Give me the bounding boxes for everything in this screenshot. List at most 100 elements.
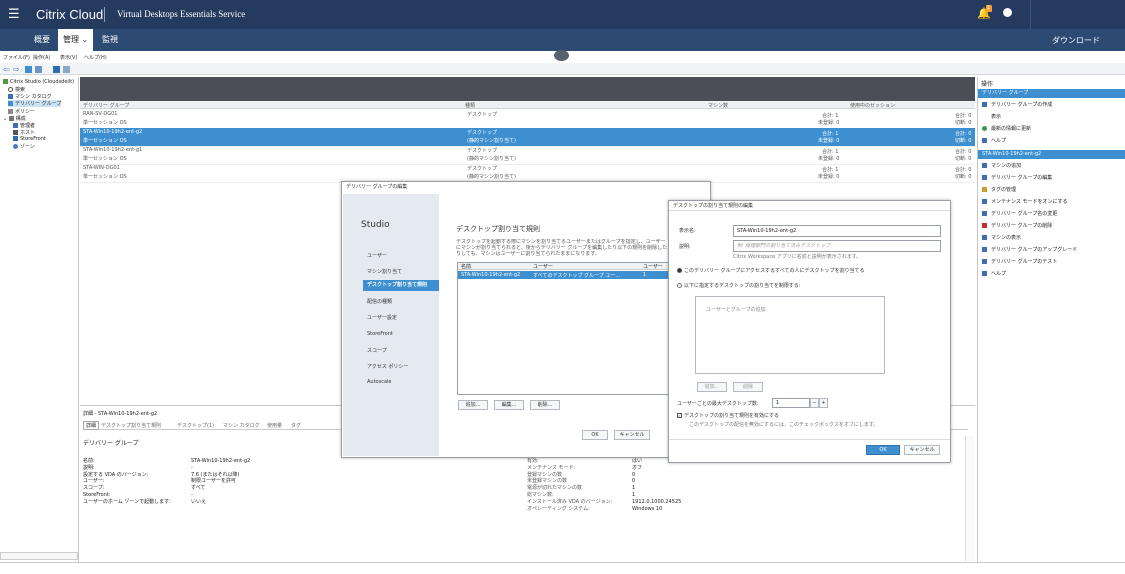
rename-icon: [982, 211, 987, 216]
tab-manage[interactable]: 管理 ⌄: [58, 29, 94, 51]
table-row[interactable]: RAN-SV-DG01 単一セッション OS デスクトップ 合計: 1 未登録: 0…: [80, 110, 975, 129]
col-machines[interactable]: マシン数: [708, 102, 728, 109]
user-avatar-icon[interactable]: [1003, 8, 1012, 17]
action-upgrade-group[interactable]: デリバリー グループのアップグレード: [982, 246, 1077, 253]
tree-item-admins[interactable]: 管理者: [13, 122, 35, 129]
wizard-ok-button[interactable]: OK: [582, 430, 608, 440]
radio-all-users[interactable]: このデリバリー グループにアクセスするすべての人にデスクトップを割り当てる: [677, 267, 865, 274]
table-row[interactable]: STA-Win10-19h2-ent-g2 すべてのデスクトップ グループ ユー…: [458, 271, 668, 279]
action-add-machines[interactable]: マシンの追加: [982, 162, 1021, 169]
rules-delete-button[interactable]: 削除...: [530, 400, 560, 410]
max-desktops-input[interactable]: 1: [772, 398, 810, 408]
view-icon[interactable]: [35, 66, 42, 73]
step-user-settings[interactable]: ユーザー設定: [367, 314, 397, 321]
page-description: デスクトップを起動する際にマシンを割り当てるユーザーまたはグループを指定し、ユー…: [456, 239, 668, 257]
menu-action[interactable]: 操作(A): [33, 54, 50, 61]
rules-add-button[interactable]: 追加...: [458, 400, 488, 410]
panel-icon[interactable]: [63, 66, 70, 73]
enable-rule-checkbox[interactable]: ✓ デスクトップの割り当て規則を有効にする: [677, 412, 779, 419]
radio-restrict[interactable]: 以下に指定するデスクトップの割り当てを制限する:: [677, 282, 801, 289]
forward-arrow-icon[interactable]: ⇨: [13, 65, 20, 74]
action-maintenance-mode[interactable]: メンテナンス モードをオンにする: [982, 198, 1068, 205]
user-add-button[interactable]: 追加...: [697, 382, 727, 392]
action-view-machines[interactable]: マシンの表示: [982, 234, 1021, 241]
wizard-cancel-button[interactable]: キャンセル: [614, 430, 650, 440]
radio-selected-icon: [677, 268, 682, 273]
action-help[interactable]: ヘルプ: [982, 137, 1006, 144]
service-name: Virtual Desktops Essentials Service: [117, 9, 246, 19]
action-view[interactable]: 表示: [982, 113, 1001, 120]
step-scope[interactable]: スコープ: [367, 347, 387, 354]
col-sessions[interactable]: 使用中のセッション: [850, 102, 895, 109]
action-delete-group[interactable]: デリバリー グループの削除: [982, 222, 1052, 229]
rules-edit-button[interactable]: 編集...: [494, 400, 524, 410]
help-icon[interactable]: [53, 66, 60, 73]
action-test-group[interactable]: デリバリー グループのテスト: [982, 258, 1057, 265]
decrement-button[interactable]: −: [810, 398, 819, 408]
action-manage-tags[interactable]: タグの管理: [982, 186, 1016, 193]
step-storefront[interactable]: StoreFront: [367, 331, 393, 337]
tab-overview[interactable]: 概要: [34, 29, 50, 51]
actions-selected-header[interactable]: STA-Win10-19h2-ent-g2: [978, 150, 1125, 159]
rule-ok-button[interactable]: OK: [866, 445, 900, 455]
tree-item-configuration[interactable]: ⌄ 構成: [3, 115, 26, 122]
rule-cancel-button[interactable]: キャンセル: [904, 445, 940, 455]
step-machine-allocation[interactable]: マシン割り当て: [367, 268, 402, 275]
details-tab-details[interactable]: 詳細: [83, 421, 100, 430]
display-name-input[interactable]: STA-Win10-19h2-ent-g2: [733, 225, 941, 237]
tree-item-search[interactable]: 検索: [8, 86, 25, 93]
details-scrollbar[interactable]: [965, 436, 974, 561]
tree-item-zones[interactable]: ゾーン: [13, 143, 35, 150]
action-rename-group[interactable]: デリバリー グループ名の変更: [982, 210, 1057, 217]
increment-button[interactable]: +: [819, 398, 828, 408]
action-edit-group[interactable]: デリバリー グループの編集: [982, 174, 1052, 181]
menu-view[interactable]: 表示(V): [60, 54, 77, 61]
brand-title: Citrix Cloud: [36, 7, 104, 22]
col-delivery-group[interactable]: デリバリー グループ: [83, 102, 129, 109]
tree-root[interactable]: Citrix Studio (Cloudsdeilt): [3, 79, 74, 85]
action-help-2[interactable]: ヘルプ: [982, 270, 1006, 277]
step-autoscale[interactable]: Autoscale: [367, 379, 392, 385]
details-tab-desktops[interactable]: デスクトップ(1): [177, 422, 214, 429]
col-type[interactable]: 種類: [465, 102, 475, 109]
table-row-selected[interactable]: STA-Win10-19h2-ent-g2 単一セッション OS デスクトップ (静…: [80, 128, 975, 147]
details-tab-rules[interactable]: デスクトップ割り当て規則: [101, 422, 161, 429]
show-tree-icon[interactable]: [25, 66, 32, 73]
menu-help[interactable]: ヘルプ(H): [84, 54, 107, 61]
tree-item-policies[interactable]: ポリシー: [8, 108, 35, 115]
wizard-sidebar: Studio ユーザー マシン割り当て デスクトップ割り当て規則 配信の種類 ユ…: [343, 194, 439, 456]
user-group-list[interactable]: ユーザーとグループの追加: [695, 296, 885, 374]
details-tab-catalogs[interactable]: マシン カタログ: [223, 422, 260, 429]
user-delete-button[interactable]: 削除: [733, 382, 763, 392]
tab-monitor[interactable]: 監視: [102, 29, 118, 51]
description-label: 説明:: [679, 244, 691, 250]
step-delivery-type[interactable]: 配信の種類: [367, 298, 392, 305]
checkbox-checked-icon: ✓: [677, 413, 682, 418]
details-tab-usage[interactable]: 使用量: [267, 422, 282, 429]
collapse-handle-icon[interactable]: [554, 50, 569, 61]
rule-dialog-title: デスクトップの割り当て規則の編集: [669, 201, 950, 211]
rules-table: 名前 ユーザー ユーザー STA-Win10-19h2-ent-g2 すべてのデ…: [457, 262, 669, 395]
step-access-policy[interactable]: アクセス ポリシー: [367, 363, 408, 370]
tree-scrollbar[interactable]: [0, 552, 78, 560]
step-users[interactable]: ユーザー: [367, 252, 387, 259]
page-heading: デスクトップ割り当て規則: [456, 225, 540, 233]
details-tab-tags[interactable]: タグ: [291, 422, 301, 429]
tree-item-catalogs[interactable]: マシン カタログ: [8, 93, 52, 100]
action-create-group[interactable]: デリバリー グループの作成: [982, 101, 1052, 108]
download-link[interactable]: ダウンロード: [1052, 35, 1100, 46]
tree-item-delivery-groups[interactable]: デリバリー グループ: [8, 100, 62, 107]
action-refresh[interactable]: 最新の情報に更新: [982, 125, 1031, 132]
search-icon: [8, 87, 13, 92]
menu-file[interactable]: ファイル(F): [3, 54, 30, 61]
create-icon: [982, 102, 987, 107]
actions-group-header[interactable]: デリバリー グループ: [978, 89, 1125, 98]
step-desktop-rules[interactable]: デスクトップ割り当て規則: [363, 280, 439, 291]
description-input[interactable]: 例: 経理部門の割り当て済みデスクトップ: [733, 240, 941, 252]
details-left-labels: 名前: 説明: 設定する VDA のバージョン: ユーザー: スコープ: StoreFro…: [83, 458, 171, 505]
hamburger-menu-icon[interactable]: ☰: [8, 7, 20, 22]
back-arrow-icon[interactable]: ⇦: [3, 65, 10, 74]
tree-item-storefront[interactable]: StoreFront: [13, 136, 46, 142]
tree-item-hosting[interactable]: ホスト: [13, 129, 35, 136]
table-row[interactable]: STA-Win10-19h2-ent-g1 単一セッション OS デスクトップ (静…: [80, 146, 975, 165]
